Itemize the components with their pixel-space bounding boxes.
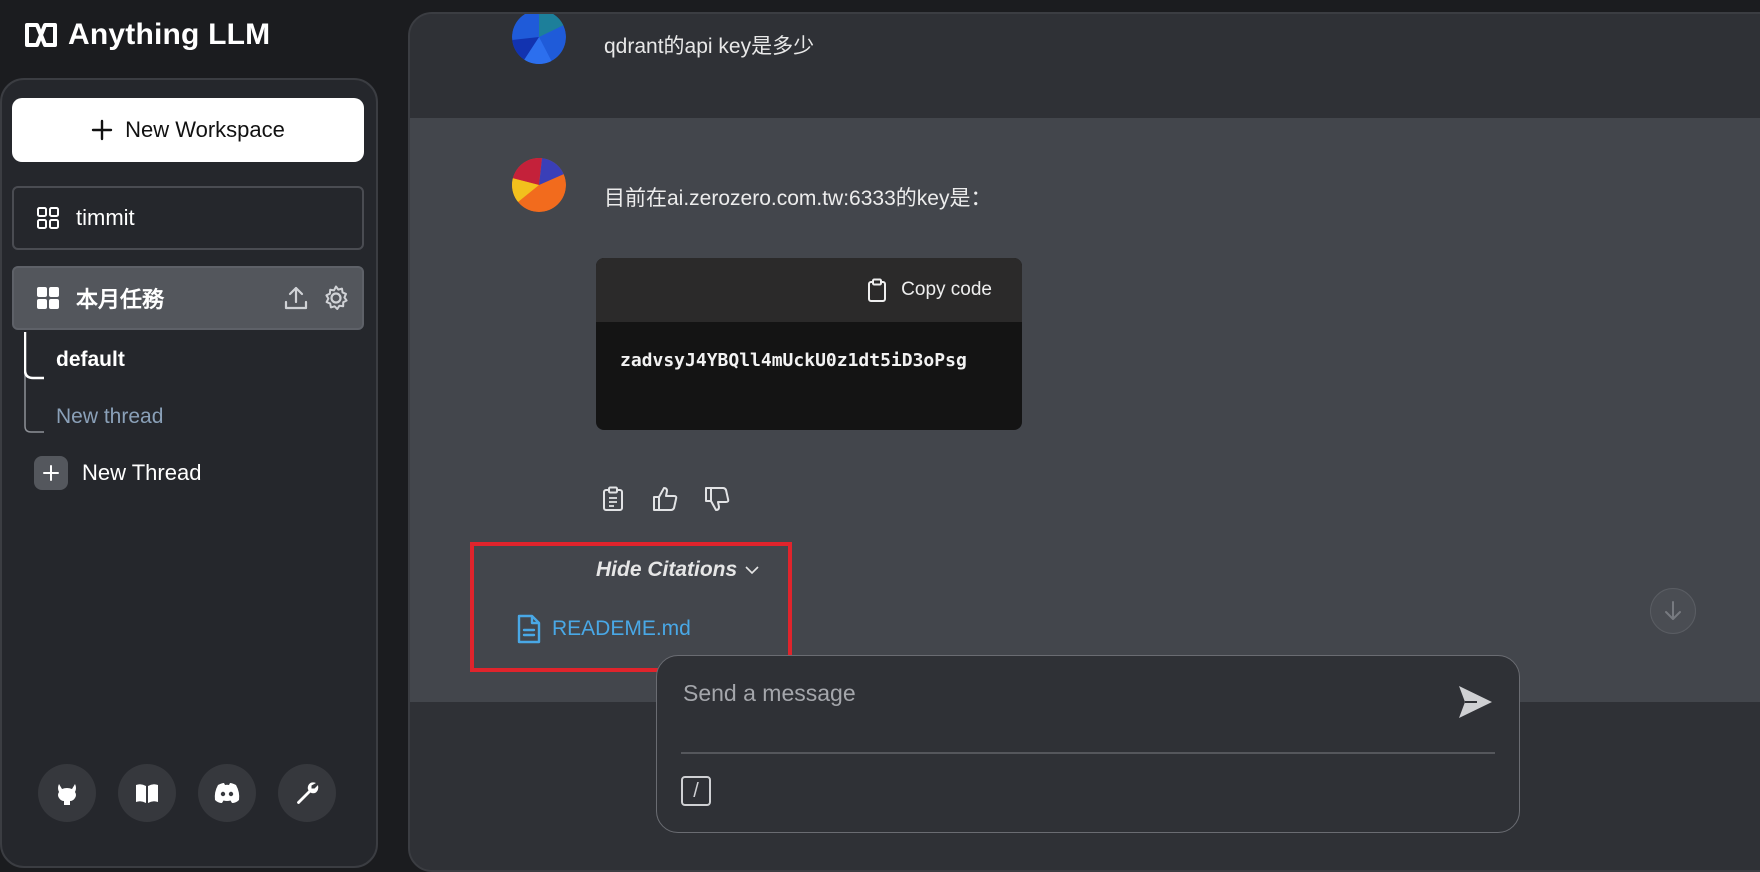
github-icon bbox=[58, 784, 76, 805]
plus-icon bbox=[34, 456, 68, 490]
hide-citations-label: Hide Citations bbox=[596, 558, 738, 581]
assistant-avatar bbox=[512, 158, 566, 212]
scroll-to-bottom-button[interactable] bbox=[1650, 588, 1696, 634]
user-message-text: qdrant的api key是多少 bbox=[604, 35, 815, 58]
copy-code-button[interactable]: Copy code bbox=[596, 258, 1022, 322]
book-icon bbox=[136, 784, 158, 803]
slash-label: / bbox=[693, 779, 699, 802]
sidebar-footer bbox=[38, 764, 336, 822]
thread-item-new[interactable]: New thread bbox=[56, 405, 163, 429]
grid-icon bbox=[37, 207, 59, 229]
wrench-icon bbox=[297, 782, 319, 804]
assistant-message: 目前在ai.zerozero.com.tw:6333的key是： Copy co… bbox=[410, 118, 1760, 702]
new-thread-button[interactable]: New Thread bbox=[34, 456, 201, 490]
workspace-label: timmit bbox=[76, 205, 135, 230]
grid-filled-icon bbox=[37, 287, 59, 309]
code-block: Copy code zadvsyJ4YBQll4mUckU0z1dt5iD3oP… bbox=[596, 258, 1022, 430]
file-text-icon bbox=[517, 614, 541, 644]
message-composer: / bbox=[656, 655, 1520, 833]
thumbs-up-button[interactable] bbox=[650, 484, 680, 514]
new-workspace-label: New Workspace bbox=[125, 117, 285, 142]
thread-item-default[interactable]: default bbox=[56, 348, 125, 372]
upload-icon[interactable] bbox=[282, 284, 310, 312]
send-button[interactable] bbox=[1455, 682, 1495, 722]
thumbs-up-icon bbox=[653, 487, 678, 511]
new-workspace-button[interactable]: New Workspace bbox=[12, 98, 364, 162]
app-title: Anything LLM bbox=[68, 18, 271, 51]
discord-button[interactable] bbox=[198, 764, 256, 822]
citation-item[interactable]: READEME.md bbox=[516, 614, 691, 644]
arrow-down-icon bbox=[1665, 601, 1681, 620]
message-actions bbox=[598, 484, 732, 514]
message-input[interactable] bbox=[681, 672, 1425, 714]
workspace-label: 本月任務 bbox=[76, 287, 165, 312]
clipboard-icon bbox=[603, 486, 623, 511]
workspace-item-active[interactable]: 本月任務 bbox=[12, 266, 364, 330]
workspace-item-timmit[interactable]: timmit bbox=[12, 186, 364, 250]
slash-commands-button[interactable]: / bbox=[681, 776, 711, 806]
thumbs-down-icon bbox=[705, 487, 730, 511]
plus-icon bbox=[91, 119, 113, 141]
send-icon bbox=[1459, 686, 1492, 718]
github-button[interactable] bbox=[38, 764, 96, 822]
user-message: qdrant的api key是多少 bbox=[410, 14, 1760, 118]
discord-icon bbox=[214, 783, 240, 803]
thumbs-down-button[interactable] bbox=[702, 484, 732, 514]
code-text: zadvsyJ4YBQll4mUckU0z1dt5iD3oPsg bbox=[620, 350, 967, 371]
sidebar: New Workspace timmit 本月任務 default New th… bbox=[0, 78, 378, 868]
user-avatar bbox=[512, 14, 566, 64]
settings-button[interactable] bbox=[278, 764, 336, 822]
composer-divider bbox=[681, 752, 1495, 754]
chevron-down-icon bbox=[745, 566, 759, 575]
new-thread-label: New Thread bbox=[82, 460, 202, 485]
gear-icon[interactable] bbox=[322, 284, 350, 312]
assistant-message-text: 目前在ai.zerozero.com.tw:6333的key是： bbox=[604, 187, 992, 210]
clipboard-icon bbox=[868, 278, 887, 302]
citation-label: READEME.md bbox=[552, 617, 691, 640]
anything-llm-logo-icon bbox=[25, 23, 57, 47]
docs-button[interactable] bbox=[118, 764, 176, 822]
hide-citations-toggle[interactable]: Hide Citations bbox=[596, 558, 759, 582]
copy-message-button[interactable] bbox=[598, 484, 628, 514]
copy-code-label: Copy code bbox=[901, 279, 992, 300]
app-logo: Anything LLM bbox=[24, 18, 270, 52]
